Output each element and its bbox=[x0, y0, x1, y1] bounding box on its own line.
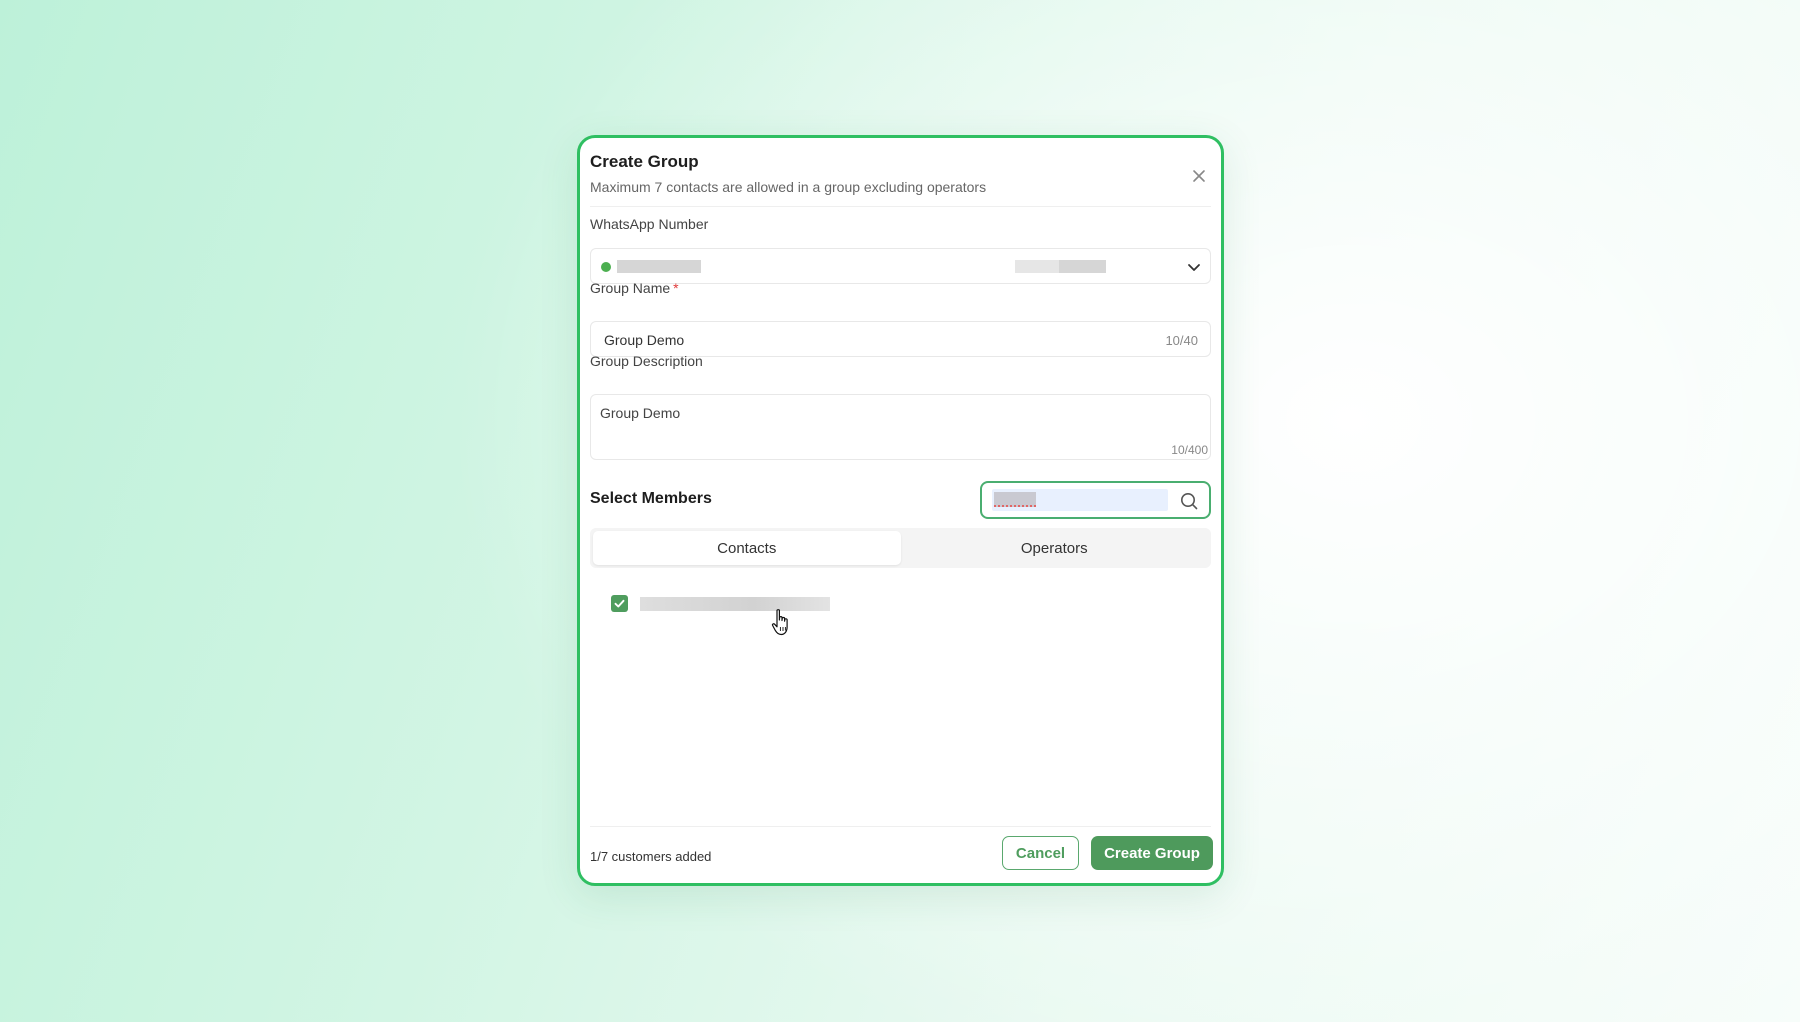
tab-contacts[interactable]: Contacts bbox=[593, 531, 901, 565]
list-item[interactable] bbox=[611, 594, 851, 614]
close-button[interactable] bbox=[1189, 166, 1209, 186]
create-group-button[interactable]: Create Group bbox=[1091, 836, 1213, 870]
group-description-label: Group Description bbox=[590, 353, 703, 369]
member-search-input[interactable] bbox=[980, 481, 1211, 519]
group-name-counter: 10/40 bbox=[1165, 333, 1198, 348]
checkmark-icon bbox=[614, 599, 625, 608]
search-icon[interactable] bbox=[1179, 491, 1199, 511]
tab-operators[interactable]: Operators bbox=[901, 531, 1209, 565]
group-description-counter: 10/400 bbox=[1171, 443, 1208, 457]
group-name-input[interactable]: Group Demo 10/40 bbox=[590, 321, 1211, 357]
group-description-value: Group Demo bbox=[600, 405, 681, 421]
select-members-title: Select Members bbox=[590, 490, 712, 507]
whatsapp-number-label: WhatsApp Number bbox=[590, 216, 709, 232]
modal-title: Create Group bbox=[590, 152, 699, 171]
chevron-down-icon[interactable] bbox=[1186, 259, 1202, 275]
group-name-label: Group Name * bbox=[590, 280, 679, 296]
required-mark: * bbox=[673, 280, 679, 296]
whatsapp-number-select[interactable] bbox=[590, 248, 1211, 284]
modal-header: Create Group Maximum 7 contacts are allo… bbox=[590, 152, 1211, 207]
member-checkbox[interactable] bbox=[611, 595, 628, 612]
whatsapp-number-value-redacted bbox=[617, 260, 701, 273]
group-name-label-text: Group Name bbox=[590, 280, 671, 296]
whatsapp-account-redacted-b bbox=[1059, 260, 1106, 273]
hand-pointer-cursor-icon bbox=[771, 609, 788, 636]
modal-subtitle: Maximum 7 contacts are allowed in a grou… bbox=[590, 179, 987, 195]
member-name-redacted bbox=[640, 597, 830, 611]
search-query-redacted bbox=[994, 492, 1036, 507]
group-name-value: Group Demo bbox=[604, 332, 685, 348]
create-group-modal: Create Group Maximum 7 contacts are allo… bbox=[577, 135, 1224, 886]
group-description-textarea[interactable]: Group Demo 10/400 bbox=[590, 394, 1211, 460]
member-tabs: Contacts Operators bbox=[590, 528, 1211, 568]
whatsapp-icon bbox=[601, 262, 611, 272]
cancel-button[interactable]: Cancel bbox=[1002, 836, 1079, 870]
footer-divider bbox=[590, 826, 1211, 827]
customers-added-count: 1/7 customers added bbox=[590, 849, 712, 864]
whatsapp-account-redacted-a bbox=[1015, 260, 1059, 273]
close-icon bbox=[1193, 170, 1205, 182]
